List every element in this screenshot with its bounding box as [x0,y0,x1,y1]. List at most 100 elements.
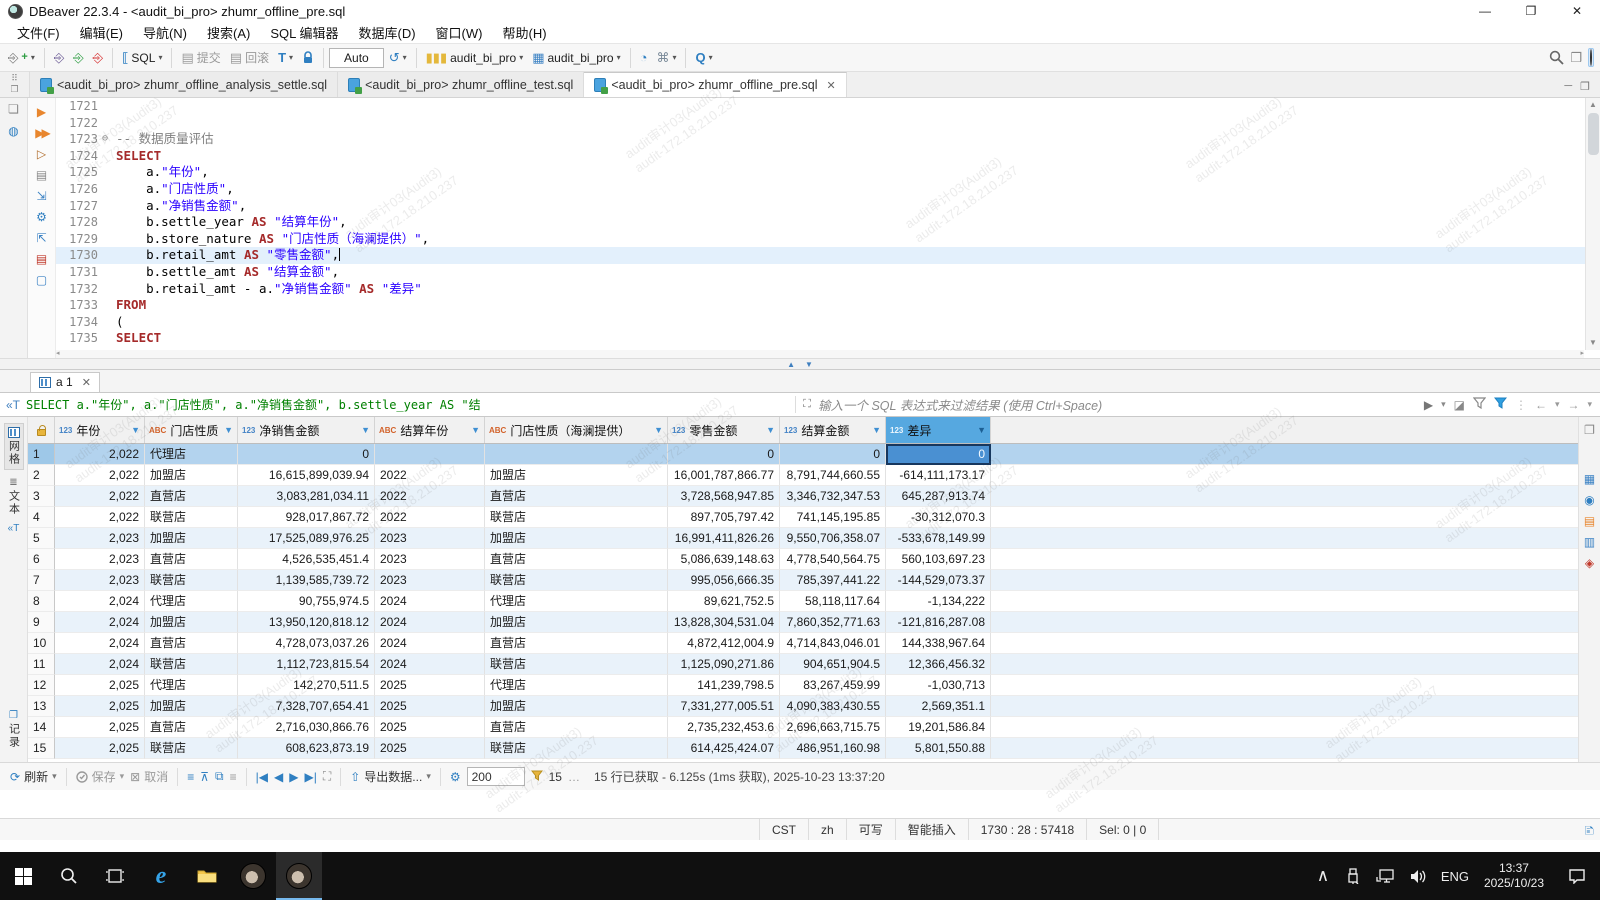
grid-cell[interactable] [375,444,485,465]
grid-cell[interactable]: 83,267,459.99 [780,675,886,696]
grid-cell[interactable]: 3,346,732,347.53 [780,486,886,507]
results-tab[interactable]: a 1 ✕ [30,372,100,392]
grid-cell[interactable]: 144,338,967.64 [886,633,991,654]
history-button[interactable]: ↺▾ [385,49,411,66]
grid-cell[interactable]: 608,623,873.19 [238,738,375,759]
row-header[interactable]: 7 [28,570,55,591]
grid-cell[interactable]: 直营店 [485,633,668,654]
export-result-icon[interactable]: ⇲ [36,190,46,202]
search-icon[interactable] [1549,50,1564,65]
restore-panel-icon[interactable]: ❏ [8,102,19,116]
menu-item-7[interactable]: 帮助(H) [493,21,555,44]
close-icon[interactable]: ✕ [82,376,91,389]
action-center-icon[interactable] [1554,852,1600,900]
grid-cell[interactable]: 2024 [375,591,485,612]
minimize-view-icon[interactable]: ─ [1564,80,1572,93]
filter-input[interactable]: 输入一个 SQL 表达式来过滤结果 (使用 Ctrl+Space) [818,395,1416,414]
metadata-icon[interactable]: ◉ [1584,493,1594,507]
grid-cell[interactable]: 0 [780,444,886,465]
grid-cell[interactable]: 0 [238,444,375,465]
expand-filter-icon[interactable]: ⛶ [796,398,818,411]
execute-new-tab-icon[interactable]: ▷ [37,148,46,160]
grid-cell[interactable]: 2,716,030,866.76 [238,717,375,738]
new-connection-button[interactable]: ⎆+▾ [4,49,39,66]
grid-cell[interactable]: 2025 [375,738,485,759]
scroll-down-icon[interactable]: ▼ [1586,336,1600,350]
database-navigator-icon[interactable]: ◍ [8,124,18,138]
row-header[interactable]: 12 [28,675,55,696]
apply-filter-icon[interactable]: ▶ [1424,398,1433,412]
grid-cell[interactable]: 16,615,899,039.94 [238,465,375,486]
column-filter-chevron-icon[interactable]: ▼ [654,425,663,435]
grid-cell[interactable]: 直营店 [485,486,668,507]
grid-cell[interactable]: 785,397,441.22 [780,570,886,591]
fetch-all-icon[interactable]: ⛶ [323,769,331,784]
language-indicator[interactable]: ENG [1436,852,1474,900]
cancel-button[interactable]: ⊠取消 [130,768,168,785]
column-header-5[interactable]: 123零售金额▼ [668,417,780,443]
column-header-4[interactable]: ABC门店性质（海澜提供）▼ [485,417,668,443]
output-icon[interactable]: ⇱ [36,232,46,244]
grid-cell[interactable]: 0 [668,444,780,465]
grid-cell[interactable]: 加盟店 [145,465,238,486]
row-header[interactable]: 1 [28,444,55,465]
row-header[interactable]: 10 [28,633,55,654]
connect-button[interactable]: ⎆ [50,49,68,66]
grid-cell[interactable]: 4,526,535,451.4 [238,549,375,570]
column-filter-chevron-icon[interactable]: ▼ [766,425,775,435]
grid-cell[interactable]: 代理店 [145,444,238,465]
grid-cell[interactable]: 代理店 [145,591,238,612]
code-area[interactable]: 172117221723⊖-- 数据质量评估1724SELECT1725 a."… [56,98,1600,358]
table-row[interactable]: 152,025联营店608,623,873.192025联营店614,425,4… [28,738,1578,759]
code-line[interactable]: 1733FROM [56,297,1600,314]
dbeaver-logo-button[interactable] [1588,48,1594,67]
refresh-button[interactable]: ⟳刷新▾ [10,768,57,785]
code-line[interactable]: 1728 b.settle_year AS "结算年份", [56,214,1600,231]
grid-cell[interactable]: 2,735,232,453.6 [668,717,780,738]
column-header-6[interactable]: 123结算金额▼ [780,417,886,443]
grid-cell[interactable]: 2,025 [55,696,145,717]
dbeaver-taskbar-icon-active[interactable] [276,852,322,900]
table-row[interactable]: 62,023直营店4,526,535,451.42023直营店5,086,639… [28,549,1578,570]
row-header[interactable]: 6 [28,549,55,570]
row-header[interactable]: 14 [28,717,55,738]
grid-cell[interactable]: 2,022 [55,486,145,507]
grid-cell[interactable]: 2,023 [55,528,145,549]
code-line[interactable]: 1732 b.retail_amt - a."净销售金额" AS "差异" [56,281,1600,298]
grid-cell[interactable]: 2,024 [55,633,145,654]
grid-cell[interactable]: 2024 [375,633,485,654]
column-header-2[interactable]: 123净销售金额▼ [238,417,375,443]
grid-cell[interactable]: 加盟店 [145,612,238,633]
grid-cell[interactable]: 741,145,195.85 [780,507,886,528]
code-line[interactable]: 1726 a."门店性质", [56,181,1600,198]
grid-cell[interactable]: 7,328,707,654.41 [238,696,375,717]
grid-cell[interactable]: 2,024 [55,591,145,612]
code-line[interactable]: 1724SELECT [56,148,1600,165]
grid-cell[interactable]: -1,030,713 [886,675,991,696]
grid-cell[interactable]: 加盟店 [145,528,238,549]
pin-panel-icon[interactable]: ◈ [1585,556,1594,570]
tab-grid-view[interactable]: 网格 [4,423,24,470]
table-row[interactable]: 112,024联营店1,112,723,815.542024联营店1,125,0… [28,654,1578,675]
execute-script-icon[interactable]: ▶▶ [35,127,47,139]
code-line[interactable]: 1725 a."年份", [56,164,1600,181]
grid-cell[interactable]: 4,872,412,004.9 [668,633,780,654]
code-line[interactable]: 1727 a."净销售金额", [56,198,1600,215]
code-line[interactable]: 1730 b.retail_amt AS "零售金额", [56,247,1600,264]
close-icon[interactable]: ✕ [827,79,836,92]
disconnect-button[interactable]: ⎆ [89,49,107,66]
grid-cell[interactable]: 联营店 [485,738,668,759]
code-line[interactable]: 1735SELECT [56,330,1600,347]
grid-cell[interactable]: 1,139,585,739.72 [238,570,375,591]
table-row[interactable]: 142,025直营店2,716,030,866.762025直营店2,735,2… [28,717,1578,738]
collapse-up-icon[interactable]: ▲ [787,360,795,369]
usb-icon[interactable] [1338,852,1368,900]
grid-cell[interactable]: 2,022 [55,465,145,486]
back-arrow-icon[interactable]: ← [1535,398,1547,412]
grid-cell[interactable]: 0 [886,444,991,465]
grid-cell[interactable]: 加盟店 [485,696,668,717]
network-icon[interactable] [1368,852,1402,900]
execute-statement-icon[interactable]: ▶ [37,106,46,118]
grid-cell[interactable]: 2,025 [55,675,145,696]
row-header[interactable]: 5 [28,528,55,549]
